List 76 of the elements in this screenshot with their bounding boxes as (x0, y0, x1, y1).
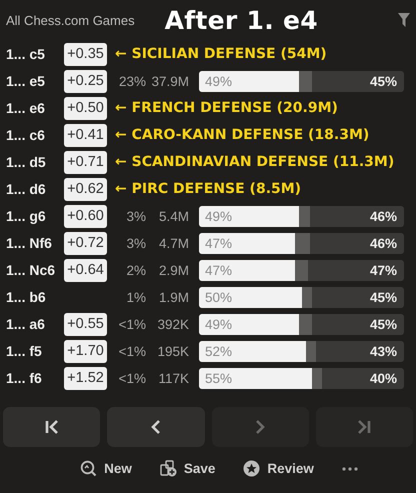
eval-badge: +1.52 (64, 366, 107, 390)
opening-annotation: ← CARO-KANN DEFENSE (18.3M) (115, 127, 370, 143)
win-percent: 47% (205, 236, 232, 250)
move-label[interactable]: 1... d6 (6, 181, 64, 197)
win-percent: 49% (205, 74, 232, 88)
move-label[interactable]: 1... a6 (6, 316, 64, 332)
move-share: 3% (125, 208, 146, 224)
game-count: 4.7M (158, 236, 189, 250)
move-label[interactable]: 1... c6 (6, 127, 64, 143)
loss-percent: 46% (370, 208, 397, 224)
eval-badge: +0.60 (64, 204, 107, 228)
win-percent: 49% (205, 208, 232, 224)
save-button[interactable]: Save (160, 460, 216, 477)
save-icon (160, 460, 177, 477)
eval-badge: +0.35 (64, 42, 107, 66)
first-icon (44, 419, 60, 435)
loss-percent: 47% (370, 262, 397, 278)
opening-annotation: ← SICILIAN DEFENSE (54M) (115, 46, 327, 62)
move-share: 2% (125, 262, 146, 278)
move-label[interactable]: 1... Nc6 (6, 262, 64, 278)
eval-badge: +0.62 (64, 178, 107, 200)
loss-percent: 40% (370, 370, 397, 386)
move-label[interactable]: 1... f5 (6, 343, 64, 359)
search-icon (80, 460, 98, 477)
chevron-left-icon (150, 419, 162, 435)
move-share: <1% (118, 344, 146, 358)
win-percent: 47% (205, 262, 232, 278)
loss-percent: 45% (370, 316, 397, 332)
move-label[interactable]: 1... g6 (6, 208, 64, 224)
move-label[interactable]: 1... d5 (6, 154, 64, 170)
eval-badge: +0.55 (64, 312, 107, 336)
game-count: 37.9M (150, 74, 189, 88)
opening-annotation: ← SCANDINAVIAN DEFENSE (11.3M) (115, 154, 394, 170)
eval-badge: +0.50 (64, 96, 107, 120)
eval-badge: +0.71 (64, 150, 107, 174)
move-label[interactable]: 1... e5 (6, 73, 64, 89)
move-label[interactable]: 1... e6 (6, 100, 64, 116)
position-title: After 1. e4 (164, 6, 318, 34)
game-count: 5.4M (158, 208, 189, 224)
filter-icon[interactable] (398, 13, 410, 27)
move-label[interactable]: 1... f6 (6, 370, 64, 386)
game-count: 195K (156, 344, 189, 358)
eval-badge: +0.72 (64, 232, 107, 254)
chevron-right-icon (254, 419, 266, 435)
win-percent: 52% (205, 344, 232, 358)
move-label[interactable]: 1... c5 (6, 46, 64, 62)
win-percent: 50% (205, 290, 232, 304)
move-share: 3% (125, 236, 146, 250)
game-count: 392K (156, 316, 189, 332)
loss-percent: 45% (370, 74, 397, 88)
first-move-button[interactable] (3, 407, 100, 447)
loss-percent: 46% (370, 236, 397, 250)
last-icon (356, 419, 372, 435)
game-count: 117K (157, 370, 189, 386)
move-share: 1% (125, 290, 146, 304)
more-icon (342, 466, 358, 470)
opening-annotation: ← FRENCH DEFENSE (20.9M) (115, 100, 338, 116)
move-label[interactable]: 1... b6 (6, 289, 64, 305)
move-share: 23% (118, 74, 146, 88)
eval-badge: +1.70 (64, 340, 107, 362)
eval-badge: +0.64 (64, 258, 107, 282)
move-label[interactable]: 1... Nf6 (6, 235, 64, 251)
eval-badge: +0.41 (64, 124, 107, 146)
move-share: <1% (118, 316, 146, 332)
source-label[interactable]: All Chess.com Games (6, 12, 135, 28)
game-count: 1.9M (158, 290, 189, 304)
loss-percent: 43% (370, 344, 397, 358)
win-percent: 49% (205, 316, 232, 332)
move-share: <1% (118, 370, 146, 386)
loss-percent: 45% (370, 290, 397, 304)
opening-annotation: ← PIRC DEFENSE (8.5M) (115, 181, 302, 197)
new-button[interactable]: New (80, 460, 132, 477)
game-count: 2.9M (158, 262, 189, 278)
review-button[interactable]: Review (243, 460, 314, 477)
win-percent: 55% (205, 370, 232, 386)
eval-badge: +0.25 (64, 70, 107, 92)
